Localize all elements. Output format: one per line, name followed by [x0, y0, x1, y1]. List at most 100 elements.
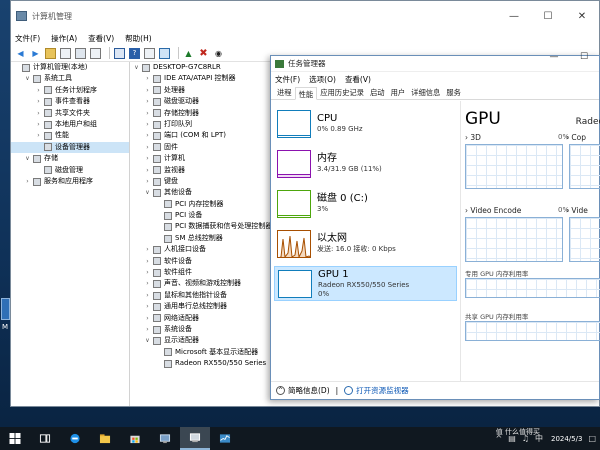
- chevron-right-icon[interactable]: ›: [35, 108, 42, 119]
- console-icon[interactable]: [75, 47, 86, 59]
- device-tree-item[interactable]: › 软件设备: [131, 256, 281, 267]
- update-driver-icon[interactable]: ▲: [183, 48, 194, 59]
- taskbar-computer-management[interactable]: [150, 427, 180, 450]
- chevron-down-icon[interactable]: ∨: [24, 153, 31, 164]
- device-tree-item[interactable]: ∨ DESKTOP-G7C8RLR: [131, 62, 281, 73]
- chevron-down-icon[interactable]: ∨: [133, 62, 140, 73]
- console-tree-item[interactable]: › 任务计划程序: [11, 85, 129, 96]
- tab-users[interactable]: 用户: [388, 86, 409, 99]
- console-tree-item[interactable]: › 本地用户和组: [11, 119, 129, 130]
- start-button[interactable]: [0, 427, 30, 450]
- console-tree-item[interactable]: ∨ 系统工具: [11, 73, 129, 84]
- maximize-icon[interactable]: ☐: [569, 49, 599, 65]
- console-tree-item[interactable]: › 性能: [11, 130, 129, 141]
- chevron-right-icon[interactable]: ›: [144, 142, 151, 153]
- console-tree-item[interactable]: › 共享文件夹: [11, 108, 129, 119]
- open-resource-monitor-link[interactable]: 打开资源监视器: [356, 385, 409, 396]
- chevron-right-icon[interactable]: ›: [144, 244, 151, 255]
- console-tree-icon[interactable]: [90, 47, 101, 59]
- device-tree-item[interactable]: › 磁盘驱动器: [131, 96, 281, 107]
- menu-file[interactable]: 文件(F): [15, 33, 40, 44]
- taskbar-task-manager[interactable]: [210, 427, 240, 450]
- console-tree-item[interactable]: 计算机管理(本地): [11, 62, 129, 73]
- task-view-button[interactable]: [30, 427, 60, 450]
- taskbar-store[interactable]: [120, 427, 150, 450]
- taskbar-edge[interactable]: [60, 427, 90, 450]
- cm-title-bar[interactable]: 计算机管理 — ☐ ✕: [11, 1, 599, 31]
- tm-menu-options[interactable]: 选项(O): [309, 74, 336, 85]
- chevron-right-icon[interactable]: ›: [35, 119, 42, 130]
- chevron-up-icon[interactable]: ^: [276, 386, 285, 395]
- clock[interactable]: 2024/5/3: [551, 435, 582, 443]
- chevron-right-icon[interactable]: ›: [144, 85, 151, 96]
- device-tree-item[interactable]: › 声音、视频和游戏控制器: [131, 278, 281, 289]
- tab-processes[interactable]: 进程: [274, 86, 295, 99]
- device-tree-item[interactable]: › 鼠标和其他指针设备: [131, 290, 281, 301]
- resource-memory[interactable]: 内存 3.4/31.9 GB (11%): [274, 146, 457, 181]
- device-tree-item[interactable]: PCI 设备: [131, 210, 281, 221]
- forward-arrow-icon[interactable]: ▶: [30, 48, 41, 59]
- graph-label-3d[interactable]: › 3D: [465, 133, 481, 142]
- resource-disk[interactable]: 磁盘 0 (C:) 3%: [274, 186, 457, 221]
- device-tree-item[interactable]: › 固件: [131, 142, 281, 153]
- device-tree-item[interactable]: ∨ 其他设备: [131, 187, 281, 198]
- close-icon[interactable]: ✕: [565, 1, 599, 31]
- menu-view[interactable]: 查看(V): [88, 33, 114, 44]
- notifications-icon[interactable]: □: [588, 434, 596, 443]
- graph-label-video-encode[interactable]: › Video Encode: [465, 206, 521, 215]
- taskbar-device-manager[interactable]: [180, 427, 210, 450]
- console-tree-item[interactable]: 磁盘管理: [11, 165, 129, 176]
- desktop-shortcut-icon[interactable]: [1, 298, 10, 320]
- graph-label-video-decode[interactable]: › Vide: [566, 206, 588, 215]
- device-tree-item[interactable]: PCI 内存控制器: [131, 199, 281, 210]
- scan-hardware-icon[interactable]: ◉: [213, 48, 224, 59]
- monitor-icon[interactable]: [159, 47, 170, 59]
- chevron-right-icon[interactable]: ›: [144, 96, 151, 107]
- taskbar-file-explorer[interactable]: [90, 427, 120, 450]
- device-tree-item[interactable]: › 软件组件: [131, 267, 281, 278]
- device-tree-item[interactable]: Microsoft 基本显示适配器: [131, 347, 281, 358]
- chevron-right-icon[interactable]: ›: [24, 176, 31, 187]
- minimize-icon[interactable]: —: [539, 49, 569, 65]
- disable-device-icon[interactable]: ✖: [198, 48, 209, 59]
- chevron-right-icon[interactable]: ›: [144, 267, 151, 278]
- chevron-right-icon[interactable]: ›: [144, 108, 151, 119]
- console-tree-item[interactable]: › 服务和应用程序: [11, 176, 129, 187]
- chevron-right-icon[interactable]: ›: [144, 130, 151, 141]
- device-tree-item[interactable]: › 打印队列: [131, 119, 281, 130]
- device-tree-item[interactable]: PCI 数据捕获和信号处理控制器: [131, 221, 281, 232]
- tm-title-bar[interactable]: 任务管理器 — ☐: [271, 52, 599, 72]
- chevron-right-icon[interactable]: ›: [144, 313, 151, 324]
- chevron-down-icon[interactable]: ∨: [144, 335, 151, 346]
- tm-menu-view[interactable]: 查看(V): [345, 74, 371, 85]
- fewer-details-button[interactable]: 简略信息(D): [288, 385, 330, 396]
- show-tree-icon[interactable]: [60, 47, 71, 59]
- chevron-right-icon[interactable]: ›: [144, 165, 151, 176]
- chevron-right-icon[interactable]: ›: [144, 153, 151, 164]
- device-tree-item[interactable]: › 计算机: [131, 153, 281, 164]
- device-view-icon[interactable]: [144, 47, 155, 59]
- device-tree-item[interactable]: SM 总线控制器: [131, 233, 281, 244]
- chevron-right-icon[interactable]: ›: [144, 324, 151, 335]
- minimize-icon[interactable]: —: [497, 1, 531, 31]
- device-tree-item[interactable]: › 存储控制器: [131, 108, 281, 119]
- folder-up-icon[interactable]: [45, 47, 56, 59]
- resource-gpu-1[interactable]: GPU 1 Radeon RX550/550 Series 0%: [274, 266, 457, 301]
- console-tree-item[interactable]: 设备管理器: [11, 141, 129, 154]
- menu-help[interactable]: 帮助(H): [125, 33, 152, 44]
- tab-startup[interactable]: 启动: [367, 86, 388, 99]
- graph-label-copy[interactable]: › Cop: [566, 133, 586, 142]
- resource-ethernet[interactable]: 以太网 发送: 16.0 接收: 0 Kbps: [274, 226, 457, 261]
- console-tree-item[interactable]: › 事件查看器: [11, 96, 129, 107]
- chevron-right-icon[interactable]: ›: [144, 290, 151, 301]
- console-tree-item[interactable]: ∨ 存储: [11, 153, 129, 164]
- device-tree-item[interactable]: ∨ 显示适配器: [131, 335, 281, 346]
- device-tree-item[interactable]: › 网络适配器: [131, 313, 281, 324]
- resource-cpu[interactable]: CPU 0% 0.89 GHz: [274, 106, 457, 141]
- tm-menu-file[interactable]: 文件(F): [275, 74, 300, 85]
- properties-icon[interactable]: [114, 47, 125, 59]
- device-tree-item[interactable]: › 端口 (COM 和 LPT): [131, 130, 281, 141]
- device-tree-item[interactable]: › IDE ATA/ATAPI 控制器: [131, 73, 281, 84]
- device-tree-item[interactable]: Radeon RX550/550 Series: [131, 358, 281, 369]
- device-tree-item[interactable]: › 人机接口设备: [131, 244, 281, 255]
